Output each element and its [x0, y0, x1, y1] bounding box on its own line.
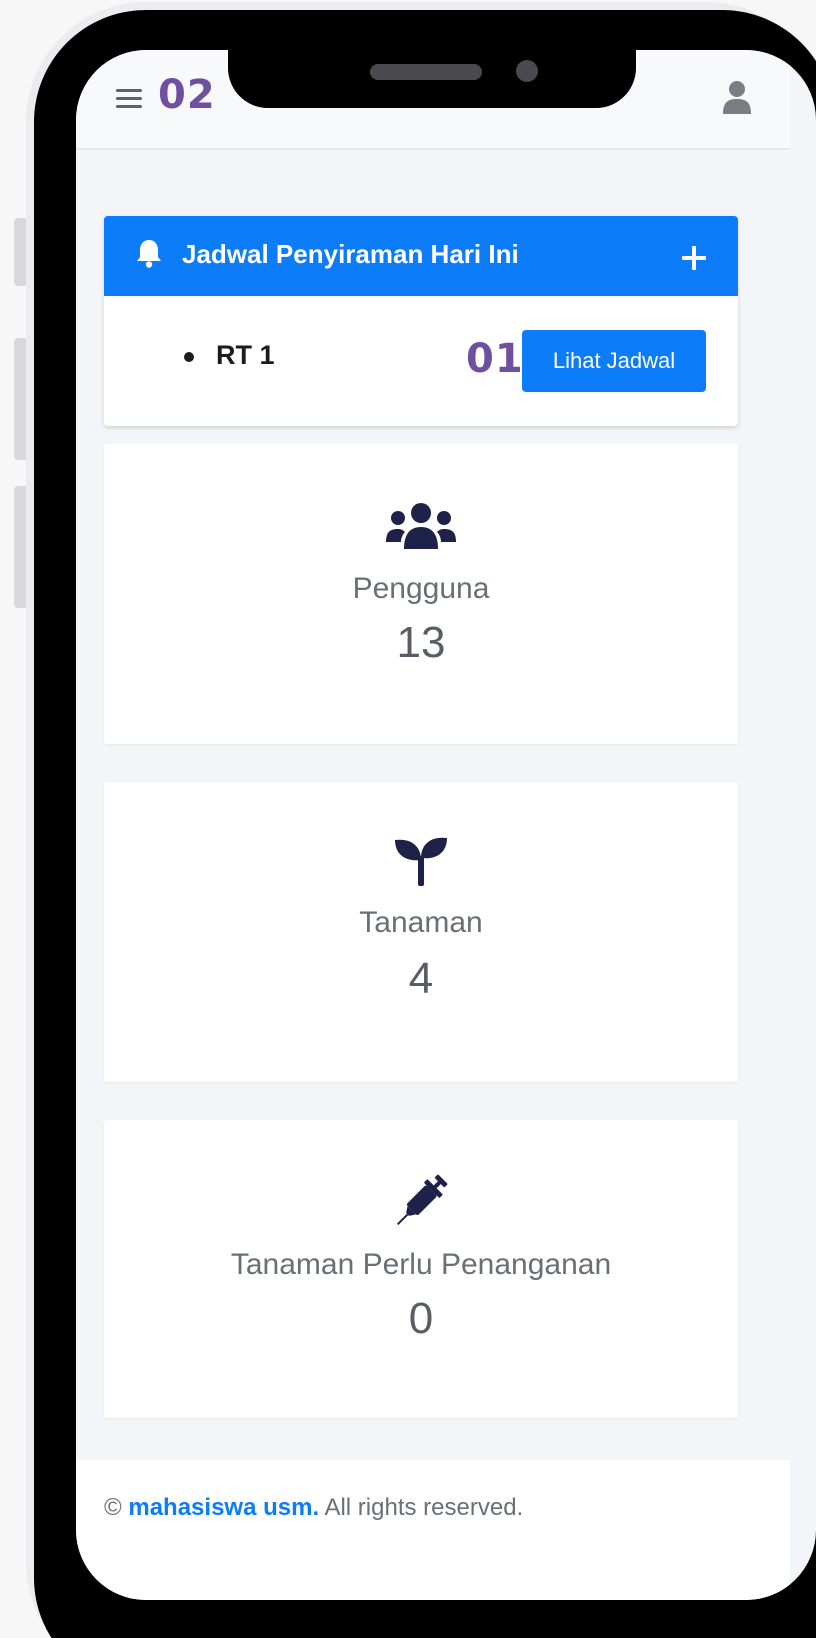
- footer-link-mahasiswa-usm[interactable]: mahasiswa usm.: [128, 1494, 319, 1521]
- stat-label-plants: Tanaman: [359, 906, 483, 939]
- stat-label-plants-need-care: Tanaman Perlu Penanganan: [230, 1248, 612, 1281]
- schedule-card: Jadwal Penyiraman Hari Ini RT 1 01 Lihat…: [104, 216, 738, 426]
- footer-text: © mahasiswa usm. All rights reserved.: [104, 1494, 523, 1522]
- list-bullet: [184, 352, 194, 362]
- annotation-marker-02: 02: [158, 72, 216, 118]
- footer-rights: All rights reserved.: [319, 1494, 524, 1521]
- phone-side-button: [14, 218, 26, 286]
- schedule-card-title: Jadwal Penyiraman Hari Ini: [182, 239, 519, 269]
- copyright-symbol: ©: [104, 1494, 122, 1521]
- stat-card-plants-need-care: Tanaman Perlu Penanganan 0: [104, 1120, 738, 1418]
- seedling-icon: [395, 837, 447, 886]
- stat-value-plants: 4: [408, 954, 434, 1003]
- schedule-card-header: Jadwal Penyiraman Hari Ini: [104, 216, 738, 296]
- stat-card-users: Pengguna 13: [104, 444, 738, 744]
- phone-volume-down-button: [14, 486, 26, 608]
- footer: © mahasiswa usm. All rights reserved.: [76, 1460, 790, 1600]
- notch-camera: [516, 60, 538, 82]
- stat-label-users: Pengguna: [352, 572, 490, 605]
- syringe-icon: [396, 1174, 448, 1226]
- hamburger-icon[interactable]: [116, 87, 142, 109]
- notch-speaker: [370, 64, 482, 80]
- stat-value-users: 13: [396, 618, 446, 667]
- stat-card-plants: Tanaman 4: [104, 782, 738, 1082]
- schedule-item-rt: RT 1: [216, 340, 275, 370]
- add-schedule-plus-icon[interactable]: [682, 246, 706, 270]
- stat-value-plants-need-care: 0: [408, 1294, 434, 1343]
- annotation-marker-01: 01: [466, 336, 524, 382]
- view-schedule-button[interactable]: Lihat Jadwal: [522, 330, 706, 392]
- phone-screen: 02 Jadwal Penyiraman Hari Ini RT 1 01 Li…: [76, 50, 816, 1600]
- bell-icon: [137, 240, 161, 268]
- page: 02 Jadwal Penyiraman Hari Ini RT 1 01 Li…: [0, 0, 816, 1638]
- phone-volume-up-button: [14, 338, 26, 460]
- phone-notch: [228, 50, 636, 108]
- users-icon: [386, 503, 456, 549]
- user-icon[interactable]: [722, 80, 752, 114]
